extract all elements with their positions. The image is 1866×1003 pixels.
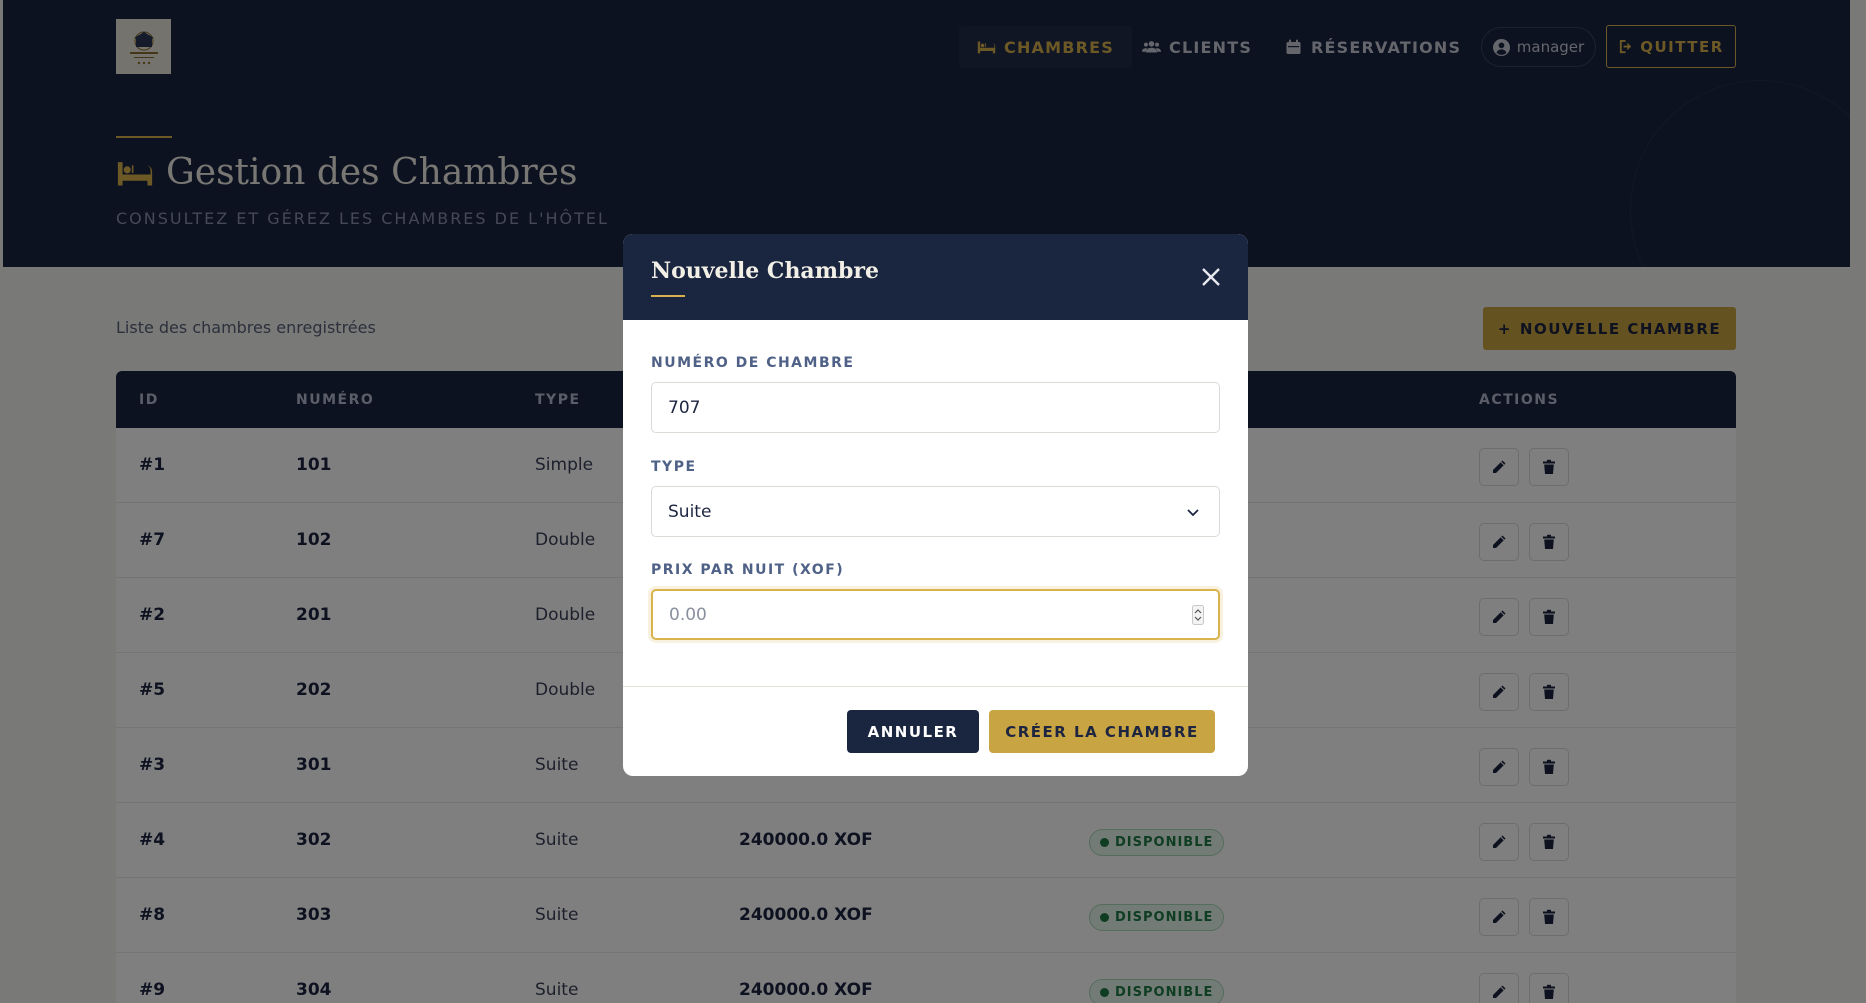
room-number-input[interactable] bbox=[668, 397, 1203, 418]
modal-header: Nouvelle Chambre bbox=[623, 234, 1248, 320]
modal-title-accent bbox=[651, 295, 685, 297]
number-stepper-icon[interactable] bbox=[1192, 605, 1204, 625]
room-number-label: NUMÉRO DE CHAMBRE bbox=[651, 355, 855, 371]
room-number-field[interactable] bbox=[651, 382, 1220, 433]
type-selected-value: Suite bbox=[668, 501, 712, 522]
type-label: TYPE bbox=[651, 459, 697, 475]
chevron-down-icon bbox=[1187, 509, 1199, 517]
create-room-button[interactable]: CRÉER LA CHAMBRE bbox=[989, 710, 1215, 753]
type-select[interactable]: Suite bbox=[651, 486, 1220, 537]
price-label: PRIX PAR NUIT (XOF) bbox=[651, 562, 845, 578]
modal-title: Nouvelle Chambre bbox=[651, 258, 879, 284]
close-button[interactable] bbox=[1196, 262, 1226, 292]
cancel-button[interactable]: ANNULER bbox=[847, 710, 979, 753]
price-input[interactable] bbox=[669, 604, 1202, 625]
new-room-modal: Nouvelle Chambre NUMÉRO DE CHAMBRE TYPE … bbox=[623, 234, 1248, 776]
app-root: CHAMBRES CLIENTS RÉSERVATIONS manager QU… bbox=[0, 0, 1866, 1003]
close-icon bbox=[1202, 268, 1220, 286]
price-field[interactable] bbox=[651, 589, 1220, 640]
modal-footer-divider bbox=[623, 686, 1248, 687]
